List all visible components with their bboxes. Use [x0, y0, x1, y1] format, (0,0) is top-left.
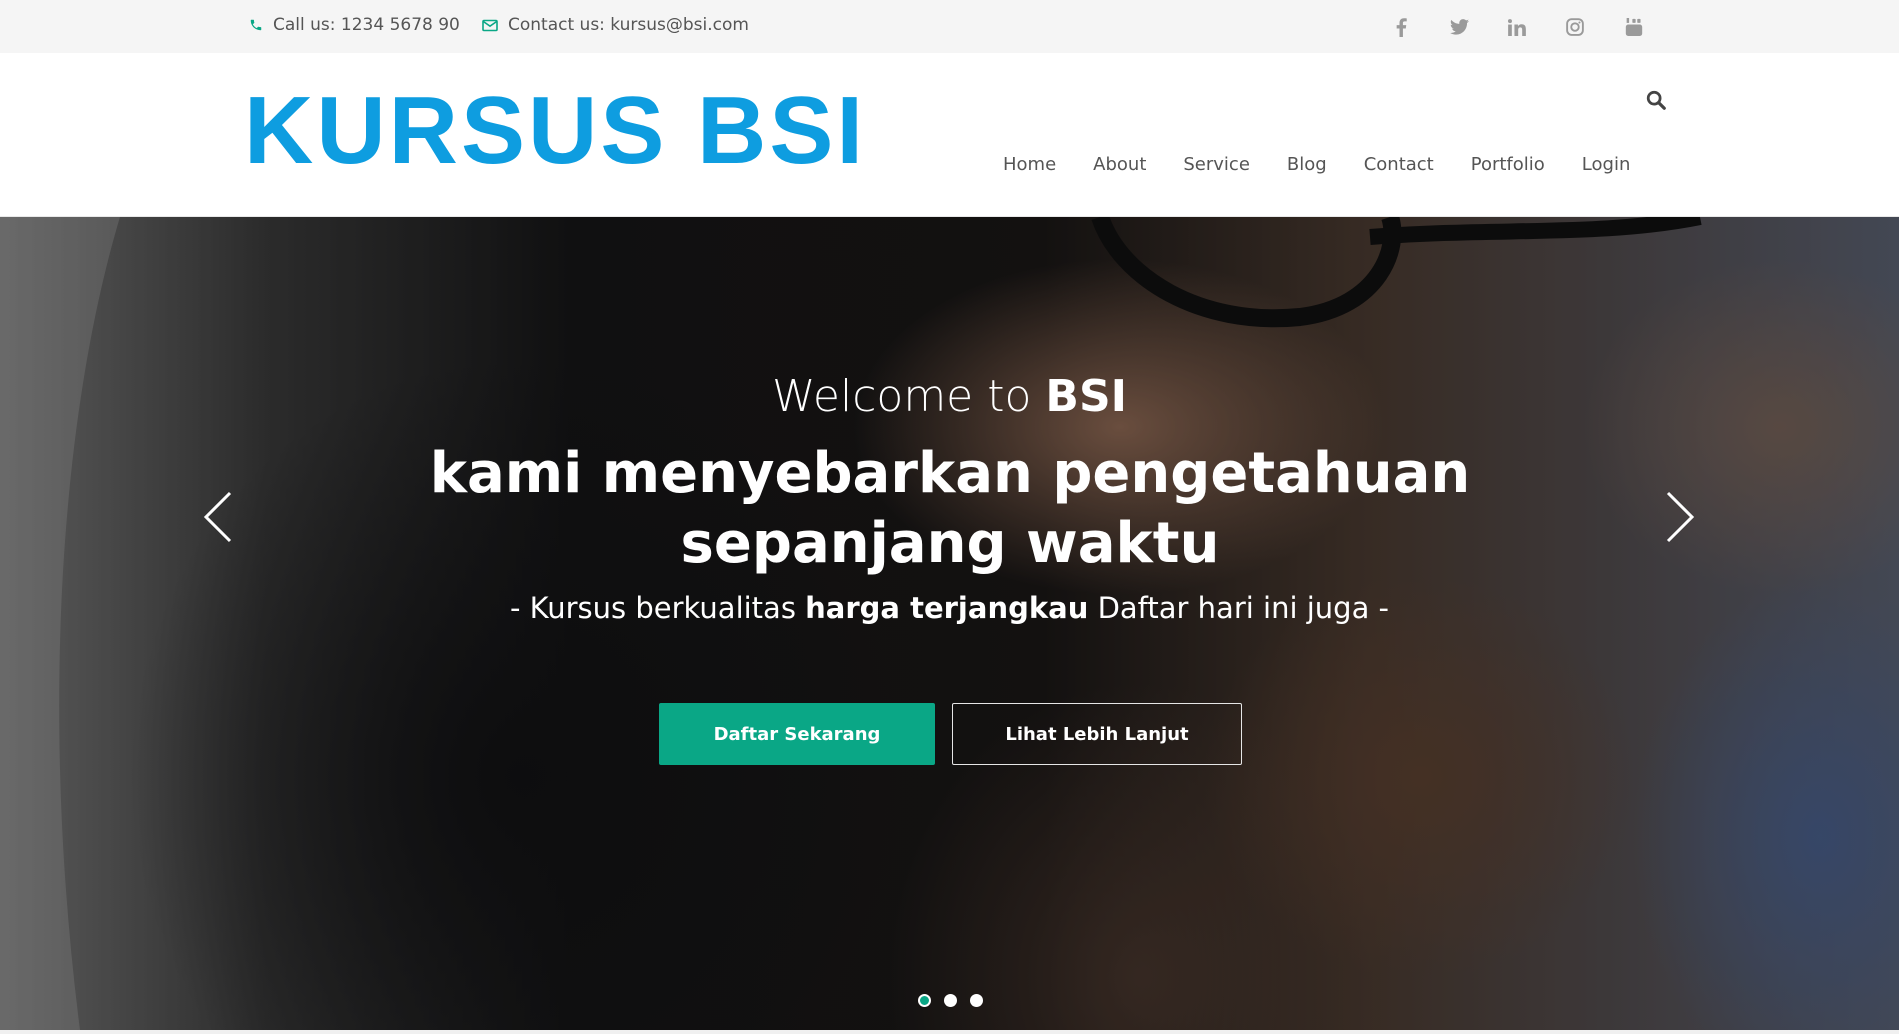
twitter-icon[interactable] — [1446, 14, 1472, 40]
slider-dot-2[interactable] — [944, 994, 957, 1007]
main-nav: Home About Service Blog Contact Portfoli… — [1003, 154, 1667, 175]
hero-slider: Welcome to BSI kami menyebarkan pengetah… — [0, 217, 1899, 1030]
youtube-icon[interactable] — [1621, 14, 1647, 40]
subtitle-suffix: Daftar hari ini juga - — [1088, 591, 1390, 625]
slider-dot-1[interactable] — [918, 994, 931, 1007]
chevron-right-icon[interactable] — [1658, 487, 1698, 547]
hero-title: kami menyebarkan pengetahuan sepanjang w… — [429, 441, 1471, 576]
hero-subtitle: - Kursus berkualitas harga terjangkau Da… — [0, 591, 1899, 625]
slider-dot-3[interactable] — [970, 994, 983, 1007]
site-header: KURSUS BSI Home About Service Blog Conta… — [0, 53, 1899, 217]
email-text: Contact us: kursus@bsi.com — [508, 15, 749, 35]
slider-dots — [918, 994, 996, 1007]
nav-service[interactable]: Service — [1183, 154, 1250, 175]
subtitle-bold: harga terjangkau — [805, 591, 1089, 625]
welcome-brand: BSI — [1045, 371, 1128, 422]
nav-contact[interactable]: Contact — [1364, 154, 1434, 175]
chevron-left-icon[interactable] — [200, 487, 240, 547]
nav-about[interactable]: About — [1093, 154, 1146, 175]
nav-blog[interactable]: Blog — [1287, 154, 1327, 175]
site-logo[interactable]: KURSUS BSI — [244, 83, 866, 179]
phone-text: Call us: 1234 5678 90 — [273, 15, 460, 35]
top-bar: Call us: 1234 5678 90 Contact us: kursus… — [0, 0, 1899, 53]
welcome-prefix: Welcome to — [771, 371, 1046, 422]
phone-icon — [250, 19, 262, 31]
linkedin-icon[interactable] — [1504, 14, 1530, 40]
learn-more-button[interactable]: Lihat Lebih Lanjut — [952, 703, 1242, 765]
search-icon[interactable] — [1645, 89, 1667, 111]
hero-welcome: Welcome to BSI — [0, 371, 1899, 422]
nav-home[interactable]: Home — [1003, 154, 1056, 175]
facebook-icon[interactable] — [1388, 14, 1414, 40]
nav-portfolio[interactable]: Portfolio — [1471, 154, 1545, 175]
phone-contact[interactable]: Call us: 1234 5678 90 — [249, 15, 460, 35]
envelope-icon — [482, 19, 498, 31]
nav-login[interactable]: Login — [1582, 154, 1631, 175]
instagram-icon[interactable] — [1562, 14, 1588, 40]
page-bottom-divider — [0, 1030, 1899, 1034]
subtitle-prefix: - Kursus berkualitas — [509, 591, 806, 625]
register-now-button[interactable]: Daftar Sekarang — [659, 703, 935, 765]
email-contact[interactable]: Contact us: kursus@bsi.com — [482, 15, 749, 35]
